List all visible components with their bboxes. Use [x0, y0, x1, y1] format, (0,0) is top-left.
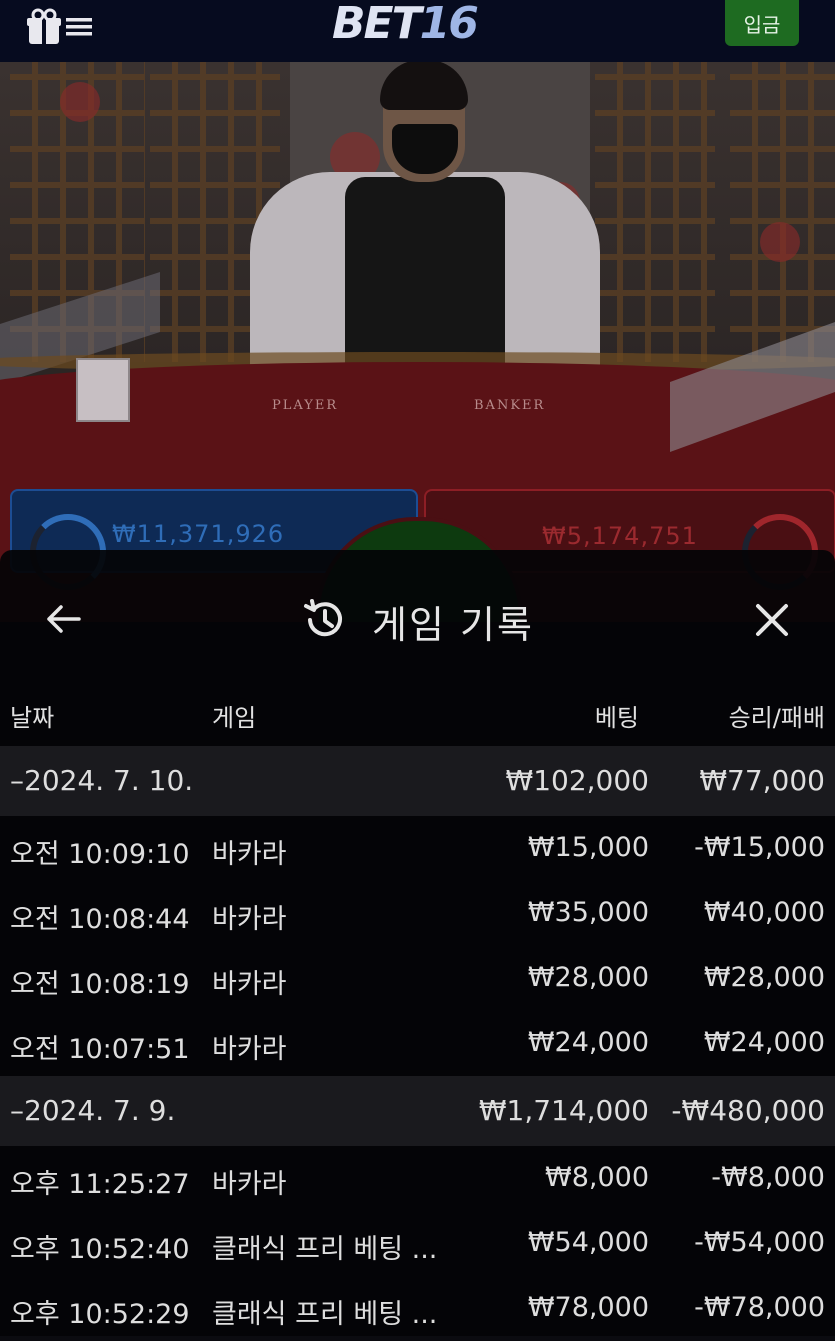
logo-text: BET [332, 0, 422, 49]
table-row[interactable]: 오후 11:25:27 바카라 ₩8,000 -₩8,000 [0, 1146, 835, 1211]
history-table: –2024. 7. 10. ₩102,000 ₩77,000 오전 10:09:… [0, 746, 835, 1341]
table-row[interactable]: 오후 10:52:40 클래식 프리 베팅 ... ₩54,000 -₩54,0… [0, 1211, 835, 1276]
deposit-button[interactable]: 입금 [725, 0, 799, 46]
table-row[interactable]: 오전 10:08:44 바카라 ₩35,000 ₩40,000 [0, 881, 835, 946]
brand-logo[interactable]: BET16 [332, 0, 479, 49]
row-bet: ₩78,000 [527, 1292, 649, 1323]
row-win-loss: ₩40,000 [703, 897, 825, 928]
game-history-modal: 게임 기록 날짜 게임 베팅 승리/패배 –2024. 7. 10. ₩102,… [0, 550, 835, 1336]
row-bet: ₩54,000 [527, 1227, 649, 1258]
table-row[interactable]: 오전 10:07:51 바카라 ₩24,000 ₩24,000 [0, 1011, 835, 1076]
banker-total-amount: ₩5,174,751 [542, 522, 698, 550]
modal-header: 게임 기록 [0, 550, 835, 690]
table-row[interactable]: 오후 10:52:29 클래식 프리 베팅 ... ₩78,000 -₩78,0… [0, 1276, 835, 1341]
row-time: 오전 10:09:10 [10, 839, 190, 870]
row-game: 바카라 [212, 1169, 287, 1200]
row-game: 클래식 프리 베팅 ... [212, 1299, 438, 1330]
row-win-loss: -₩15,000 [694, 832, 825, 863]
row-bet: ₩28,000 [527, 962, 649, 993]
column-header-win-loss[interactable]: 승리/패배 [729, 698, 825, 733]
player-total-amount: ₩11,371,926 [112, 520, 285, 548]
close-icon [756, 604, 788, 636]
close-button[interactable] [748, 596, 796, 644]
group-bet-total: ₩102,000 [505, 764, 649, 797]
live-dealer-video: PLAYER BANKER ₩11,371,926 ₩5,174,751 [0, 62, 835, 622]
menu-button[interactable] [26, 8, 92, 46]
row-win-loss: -₩8,000 [711, 1162, 825, 1193]
felt-player-label: PLAYER [272, 398, 339, 413]
row-win-loss: ₩24,000 [703, 1027, 825, 1058]
group-date: –2024. 7. 10. [10, 764, 194, 797]
row-bet: ₩35,000 [527, 897, 649, 928]
column-header-bet[interactable]: 베팅 [595, 698, 639, 733]
date-group-row[interactable]: –2024. 7. 10. ₩102,000 ₩77,000 [0, 746, 835, 816]
felt-banker-label: BANKER [474, 398, 546, 413]
row-time: 오전 10:08:44 [10, 904, 190, 935]
row-bet: ₩15,000 [527, 832, 649, 863]
blossom-decoration [760, 222, 800, 262]
back-arrow-icon [47, 605, 81, 633]
logo-number: 16 [419, 0, 479, 49]
history-icon [304, 599, 342, 637]
row-time: 오전 10:07:51 [10, 1034, 190, 1065]
lattice-screen [730, 62, 835, 362]
blossom-decoration [60, 82, 100, 122]
lattice-screen [595, 62, 715, 362]
row-time: 오후 11:25:27 [10, 1169, 190, 1200]
row-time: 오후 10:52:40 [10, 1234, 190, 1265]
date-group-row[interactable]: –2024. 7. 9. ₩1,714,000 -₩480,000 [0, 1076, 835, 1146]
row-game: 클래식 프리 베팅 ... [212, 1234, 438, 1265]
row-game: 바카라 [212, 904, 287, 935]
row-win-loss: -₩78,000 [694, 1292, 825, 1323]
row-bet: ₩8,000 [545, 1162, 649, 1193]
row-game: 바카라 [212, 839, 287, 870]
row-win-loss: ₩28,000 [703, 962, 825, 993]
row-bet: ₩24,000 [527, 1027, 649, 1058]
group-date: –2024. 7. 9. [10, 1094, 176, 1127]
table-row[interactable]: 오전 10:08:19 바카라 ₩28,000 ₩28,000 [0, 946, 835, 1011]
row-time: 오전 10:08:19 [10, 969, 190, 1000]
top-bar: BET16 입금 [0, 0, 835, 62]
table-row[interactable]: 오전 10:09:10 바카라 ₩15,000 -₩15,000 [0, 816, 835, 881]
row-game: 바카라 [212, 969, 287, 1000]
back-button[interactable] [40, 596, 86, 642]
group-win-loss-total: ₩77,000 [699, 764, 825, 797]
hamburger-menu-icon [66, 18, 92, 36]
row-game: 바카라 [212, 1034, 287, 1065]
gift-icon [27, 8, 61, 44]
column-header-game[interactable]: 게임 [212, 698, 256, 733]
row-win-loss: -₩54,000 [694, 1227, 825, 1258]
group-bet-total: ₩1,714,000 [478, 1094, 649, 1127]
group-win-loss-total: -₩480,000 [671, 1094, 825, 1127]
dealer-vest [345, 177, 505, 377]
card-deck [76, 358, 130, 422]
row-time: 오후 10:52:29 [10, 1299, 190, 1330]
modal-title: 게임 기록 [372, 603, 534, 647]
column-header-date[interactable]: 날짜 [10, 698, 54, 733]
